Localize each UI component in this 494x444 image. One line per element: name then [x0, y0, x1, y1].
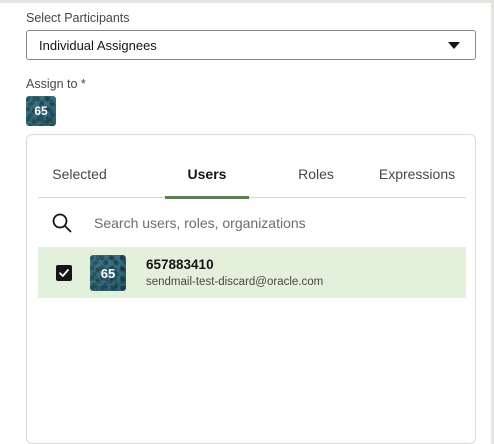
- search-bar: [38, 205, 466, 241]
- participants-select-value: Individual Assignees: [39, 37, 157, 53]
- assignee-chip[interactable]: 65: [26, 96, 56, 126]
- search-icon: [52, 213, 72, 233]
- user-email: sendmail-test-discard@oracle.com: [146, 276, 324, 288]
- tab-users[interactable]: Users: [165, 149, 249, 199]
- participants-select[interactable]: Individual Assignees: [26, 30, 476, 60]
- row-checkbox[interactable]: [56, 265, 72, 281]
- check-icon: [59, 269, 69, 277]
- assign-to-label: Assign to *: [26, 77, 86, 91]
- chevron-down-icon[interactable]: [448, 42, 460, 49]
- avatar: 65: [90, 255, 126, 291]
- tab-selected[interactable]: Selected: [38, 149, 121, 198]
- assignee-picker-panel: Selected Users Roles Expressions 65 6578…: [26, 134, 476, 444]
- list-item[interactable]: 65 657883410 sendmail-test-discard@oracl…: [38, 247, 466, 298]
- search-input[interactable]: [94, 211, 454, 235]
- assignee-chip-initials: 65: [34, 104, 48, 118]
- avatar-initials: 65: [100, 265, 116, 281]
- tab-roles[interactable]: Roles: [264, 149, 368, 198]
- tab-expressions[interactable]: Expressions: [368, 149, 466, 198]
- user-name: 657883410: [146, 257, 214, 272]
- select-participants-label: Select Participants: [26, 11, 130, 25]
- picker-tabs: Selected Users Roles Expressions: [38, 149, 466, 199]
